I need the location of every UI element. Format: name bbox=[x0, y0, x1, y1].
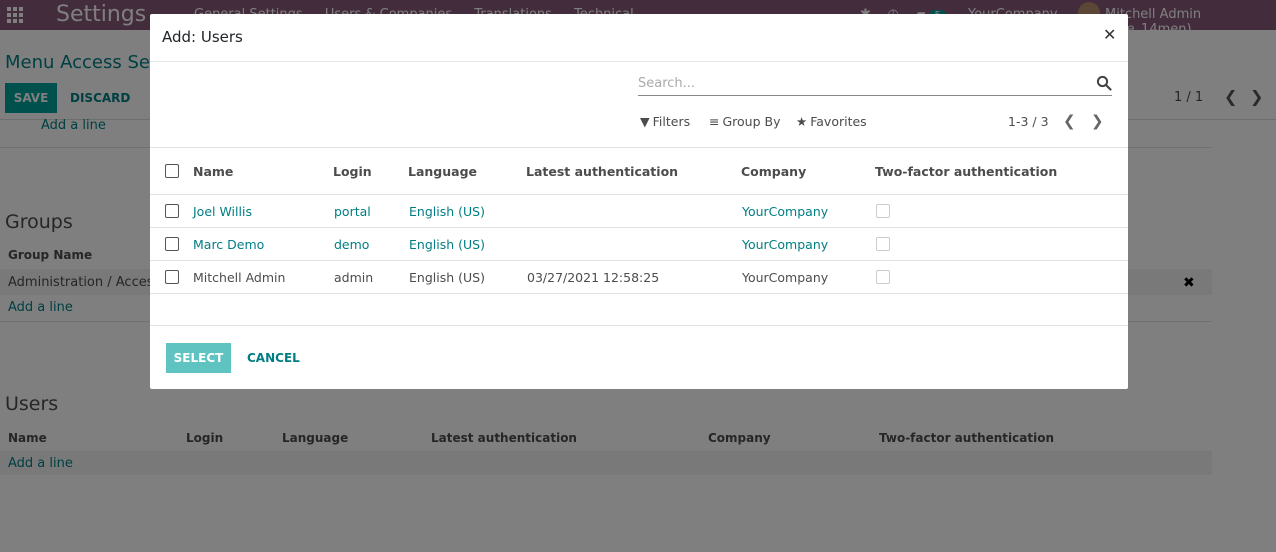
col-name[interactable]: Name bbox=[193, 148, 233, 195]
col-company[interactable]: Company bbox=[741, 148, 806, 195]
col-login[interactable]: Login bbox=[333, 148, 372, 195]
filter-icon: ▼ bbox=[640, 114, 650, 129]
favorites-button[interactable]: ★ Favorites bbox=[796, 114, 867, 129]
list-icon: ≡ bbox=[709, 114, 720, 129]
cancel-button[interactable]: CANCEL bbox=[247, 351, 300, 365]
users-table: Name Login Language Latest authenticatio… bbox=[150, 147, 1128, 294]
add-users-dialog: Add: Users ✕ ▼Filters ≡Group By ★Favorit… bbox=[150, 14, 1128, 389]
row-login[interactable]: demo bbox=[334, 228, 369, 261]
close-icon[interactable]: ✕ bbox=[1103, 25, 1116, 44]
row-language[interactable]: English (US) bbox=[409, 195, 485, 228]
row-latest-auth: 03/27/2021 12:58:25 bbox=[527, 270, 660, 285]
dialog-title: Add: Users bbox=[162, 28, 243, 46]
groupby-label: Group By bbox=[722, 114, 781, 129]
table-row[interactable]: Mitchell Admin admin English (US) 03/27/… bbox=[150, 261, 1128, 294]
filters-button[interactable]: ▼ Filters bbox=[640, 114, 690, 129]
search-input[interactable] bbox=[638, 72, 1078, 94]
row-language[interactable]: English (US) bbox=[409, 228, 485, 261]
row-login: admin bbox=[334, 270, 374, 285]
filters-label: Filters bbox=[652, 114, 691, 129]
row-login[interactable]: portal bbox=[334, 195, 371, 228]
table-header-row: Name Login Language Latest authenticatio… bbox=[150, 148, 1128, 195]
col-language[interactable]: Language bbox=[408, 148, 477, 195]
row-checkbox[interactable] bbox=[165, 270, 179, 284]
col-latest-auth[interactable]: Latest authentication bbox=[526, 148, 678, 195]
table-row[interactable]: Joel Willis portal English (US) YourComp… bbox=[150, 195, 1128, 228]
row-checkbox[interactable] bbox=[165, 204, 179, 218]
dialog-pager[interactable]: 1-3 / 3 bbox=[1008, 114, 1049, 129]
dialog-header: Add: Users ✕ bbox=[150, 14, 1128, 62]
groupby-button[interactable]: ≡ Group By bbox=[709, 114, 781, 129]
row-company[interactable]: YourCompany bbox=[742, 228, 828, 261]
row-name[interactable]: Marc Demo bbox=[193, 228, 264, 261]
select-all-checkbox[interactable] bbox=[165, 164, 179, 178]
table-row[interactable]: Marc Demo demo English (US) YourCompany bbox=[150, 228, 1128, 261]
row-checkbox[interactable] bbox=[165, 237, 179, 251]
two-factor-checkbox bbox=[876, 204, 890, 218]
row-company[interactable]: YourCompany bbox=[742, 195, 828, 228]
favorites-label: Favorites bbox=[810, 114, 867, 129]
col-two-factor[interactable]: Two-factor authentication bbox=[875, 148, 1057, 195]
select-button[interactable]: SELECT bbox=[166, 343, 231, 373]
two-factor-checkbox bbox=[876, 270, 890, 284]
search-bar bbox=[638, 72, 1112, 96]
row-language: English (US) bbox=[409, 270, 485, 285]
two-factor-checkbox bbox=[876, 237, 890, 251]
dialog-footer: SELECT CANCEL bbox=[150, 325, 1128, 389]
chevron-left-icon[interactable]: ❮ bbox=[1063, 112, 1076, 130]
row-name[interactable]: Mitchell Admin bbox=[193, 261, 285, 294]
chevron-right-icon[interactable]: ❯ bbox=[1091, 112, 1104, 130]
star-icon: ★ bbox=[796, 114, 808, 129]
search-icon[interactable] bbox=[1096, 75, 1112, 91]
row-company: YourCompany bbox=[742, 270, 829, 285]
row-name[interactable]: Joel Willis bbox=[193, 195, 252, 228]
